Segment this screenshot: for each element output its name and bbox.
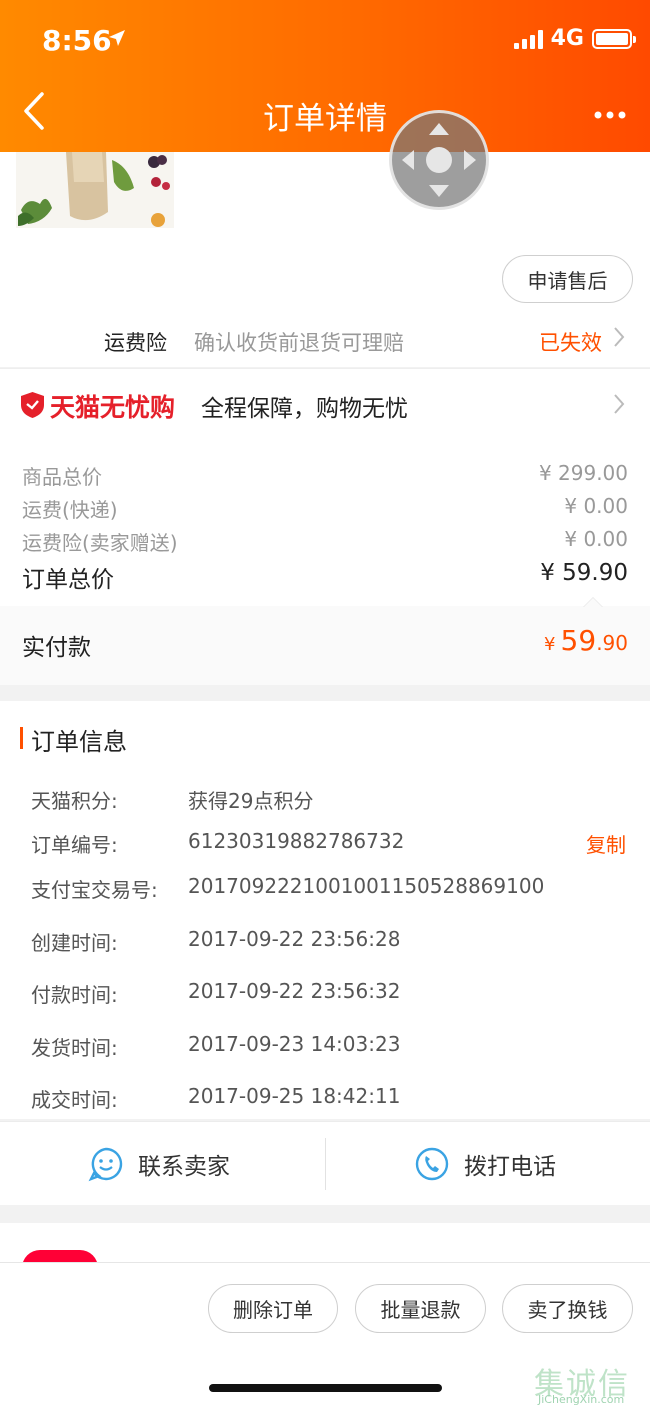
apply-aftersale-button[interactable]: 申请售后 (502, 255, 633, 303)
shipping-insurance-desc: 确认收货前退货可理赔 (194, 331, 404, 355)
product-section: 申请售后 运费险 确认收货前退货可理赔 已失效 (0, 152, 650, 367)
notch-indicator (583, 597, 603, 607)
shipping-insurance-row[interactable]: 运费险 确认收货前退货可理赔 已失效 (0, 317, 650, 367)
amount-paid-row: 实付款 ¥ 59.90 (0, 597, 650, 685)
tmall-guarantee-row[interactable]: 天猫无忧购 全程保障，购物无忧 (0, 368, 650, 442)
more-button[interactable] (592, 100, 628, 130)
order-info-title: 订单信息 (31, 728, 127, 756)
shipping-insurance-status: 已失效 (539, 331, 602, 355)
status-indicators: 4G (513, 26, 636, 51)
watermark-url: JiChengXin.com (538, 1393, 625, 1406)
amount-integer: 59 (560, 624, 597, 657)
tmall-brand-label: 天猫无忧购 (50, 393, 176, 422)
price-value: ¥ 299.00 (538, 461, 628, 485)
info-label: 成交时间: (31, 1088, 118, 1112)
info-value: 2017092221001001150528869100 (188, 874, 545, 898)
info-label: 付款时间: (31, 983, 118, 1007)
amount-paid-label: 实付款 (22, 635, 91, 661)
info-value: 2017-09-22 23:56:28 (188, 927, 401, 951)
price-value: ¥ 0.00 (564, 527, 628, 551)
battery-icon (592, 28, 636, 49)
call-phone-label: 拨打电话 (464, 1154, 556, 1180)
assistive-touch-button[interactable] (389, 110, 489, 210)
phone-icon (415, 1147, 449, 1181)
chat-smile-icon (88, 1147, 123, 1182)
copy-button[interactable]: 复制 (586, 829, 626, 858)
chevron-right-icon (612, 325, 626, 355)
call-phone-button[interactable]: 拨打电话 (414, 1122, 556, 1206)
info-label: 天猫积分: (31, 789, 118, 813)
amount-decimal: .90 (596, 631, 628, 655)
delete-order-button[interactable]: 删除订单 (208, 1284, 338, 1333)
info-value: 2017-09-22 23:56:32 (188, 979, 401, 1003)
price-label: 运费险(卖家赠送) (22, 531, 178, 555)
bottom-action-bar: 删除订单 批量退款 卖了换钱 集诚信 JiChengXin.com (0, 1262, 650, 1407)
info-label: 创建时间: (31, 931, 118, 955)
order-total-label: 订单总价 (22, 567, 114, 593)
price-label: 运费(快递) (22, 498, 118, 522)
watermark: 集诚信 JiChengXin.com (534, 1359, 650, 1407)
shipping-insurance-title: 运费险 (104, 331, 167, 355)
guarantee-slogan: 全程保障，购物无忧 (201, 396, 408, 422)
amount-paid-value: ¥ 59.90 (544, 624, 628, 657)
more-dots-icon (594, 111, 626, 119)
info-value: 2017-09-25 18:42:11 (188, 1084, 401, 1108)
info-value: 61230319882786732 (188, 829, 405, 853)
home-indicator[interactable] (209, 1384, 442, 1392)
batch-refund-button[interactable]: 批量退款 (355, 1284, 486, 1333)
contact-seller-button[interactable]: 联系卖家 (88, 1122, 230, 1206)
order-info-section: 订单信息 天猫积分: 获得29点积分 订单编号: 612303198827867… (0, 701, 650, 1119)
resell-button[interactable]: 卖了换钱 (502, 1284, 633, 1333)
nav-header: 8:56 4G 订单详情 (0, 0, 650, 152)
price-value: ¥ 0.00 (564, 494, 628, 518)
product-image (16, 152, 174, 228)
network-type: 4G (550, 26, 584, 51)
dpad-icon (402, 123, 476, 197)
section-accent-bar (20, 727, 23, 749)
info-label: 发货时间: (31, 1036, 118, 1060)
price-breakdown: 商品总价 ¥ 299.00 运费(快递) ¥ 0.00 运费险(卖家赠送) ¥ … (0, 442, 650, 606)
price-label: 商品总价 (22, 465, 102, 489)
status-time: 8:56 (42, 24, 112, 57)
contact-bar: 联系卖家 拨打电话 (0, 1121, 650, 1205)
page-title: 订单详情 (263, 101, 387, 137)
info-label: 支付宝交易号: (31, 878, 158, 902)
divider (325, 1138, 326, 1190)
info-label: 订单编号: (31, 833, 118, 857)
contact-seller-label: 联系卖家 (138, 1154, 230, 1180)
signal-icon (513, 29, 543, 49)
shield-icon (21, 392, 44, 418)
location-arrow-icon (108, 28, 126, 52)
order-total-value: ¥ 59.90 (540, 560, 628, 586)
product-thumbnail[interactable] (16, 152, 174, 228)
chevron-right-icon (612, 392, 626, 422)
info-value: 获得29点积分 (188, 789, 314, 813)
info-value: 2017-09-23 14:03:23 (188, 1032, 401, 1056)
currency-symbol: ¥ (544, 634, 556, 655)
